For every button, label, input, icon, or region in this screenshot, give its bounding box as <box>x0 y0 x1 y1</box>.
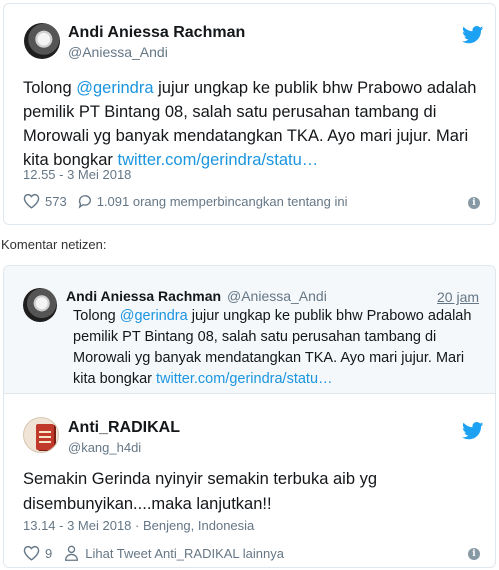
like-count: 9 <box>45 545 53 561</box>
avatar[interactable] <box>23 288 57 322</box>
quoted-time[interactable]: 20 jam <box>437 289 479 305</box>
tweet-card-original: Andi Aniessa Rachman @Aniessa_Andi Tolon… <box>3 3 496 225</box>
quoted-author-name[interactable]: Andi Aniessa Rachman <box>66 288 221 304</box>
author-name[interactable]: Andi Aniessa Rachman <box>68 24 245 42</box>
author-handle[interactable]: @kang_h4di <box>68 440 141 455</box>
tweet-url-link[interactable]: twitter.com/gerindra/statu… <box>117 151 318 169</box>
twitter-bird-icon[interactable] <box>462 422 484 440</box>
tweet-actions: 9 Lihat Tweet Anti_RADIKAL lainnya <box>23 545 284 561</box>
author-handle[interactable]: @Aniessa_Andi <box>68 44 168 60</box>
comment-bubble-icon <box>78 195 91 209</box>
discussion-link[interactable]: 1.091 orang memperbincangkan tentang ini <box>77 193 348 209</box>
tweet-text: Tolong @gerindra jujur ungkap ke publik … <box>23 79 477 169</box>
comment-label: Komentar netizen: <box>1 237 107 252</box>
info-icon[interactable]: i <box>468 197 480 209</box>
tweet-timestamp[interactable]: 13.14 - 3 Mei 2018 · Benjeng, Indonesia <box>23 518 254 533</box>
like-button[interactable]: 573 <box>23 193 67 209</box>
tweet-card-reply: Andi Aniessa Rachman @Aniessa_Andi 20 ja… <box>3 265 496 568</box>
quoted-text: Tolong @gerindra jujur ungkap ke publik … <box>73 308 472 387</box>
tweet-timestamp[interactable]: 12.55 - 3 Mei 2018 <box>23 167 131 182</box>
avatar[interactable] <box>24 23 60 59</box>
author-name[interactable]: Anti_RADIKAL <box>68 419 180 437</box>
tweet-actions: 573 1.091 orang memperbincangkan tentang… <box>23 193 348 209</box>
twitter-bird-icon[interactable] <box>462 26 484 44</box>
avatar[interactable] <box>23 417 59 453</box>
quoted-tweet[interactable]: Andi Aniessa Rachman @Aniessa_Andi 20 ja… <box>4 266 495 394</box>
info-icon[interactable]: i <box>468 548 480 560</box>
person-icon <box>65 545 79 561</box>
quoted-author-handle[interactable]: @Aniessa_Andi <box>227 288 327 304</box>
like-button[interactable]: 9 <box>23 545 52 561</box>
more-tweets-link[interactable]: Lihat Tweet Anti_RADIKAL lainnya <box>64 545 284 561</box>
mention-link[interactable]: @gerindra <box>120 308 188 324</box>
heart-icon <box>23 193 40 209</box>
tweet-text: Semakin Gerinda nyinyir semakin terbuka … <box>23 470 378 513</box>
tweet-url-link[interactable]: twitter.com/gerindra/statu… <box>156 371 333 387</box>
like-count: 573 <box>45 193 67 209</box>
mention-link[interactable]: @gerindra <box>76 79 153 97</box>
heart-icon <box>23 545 40 561</box>
